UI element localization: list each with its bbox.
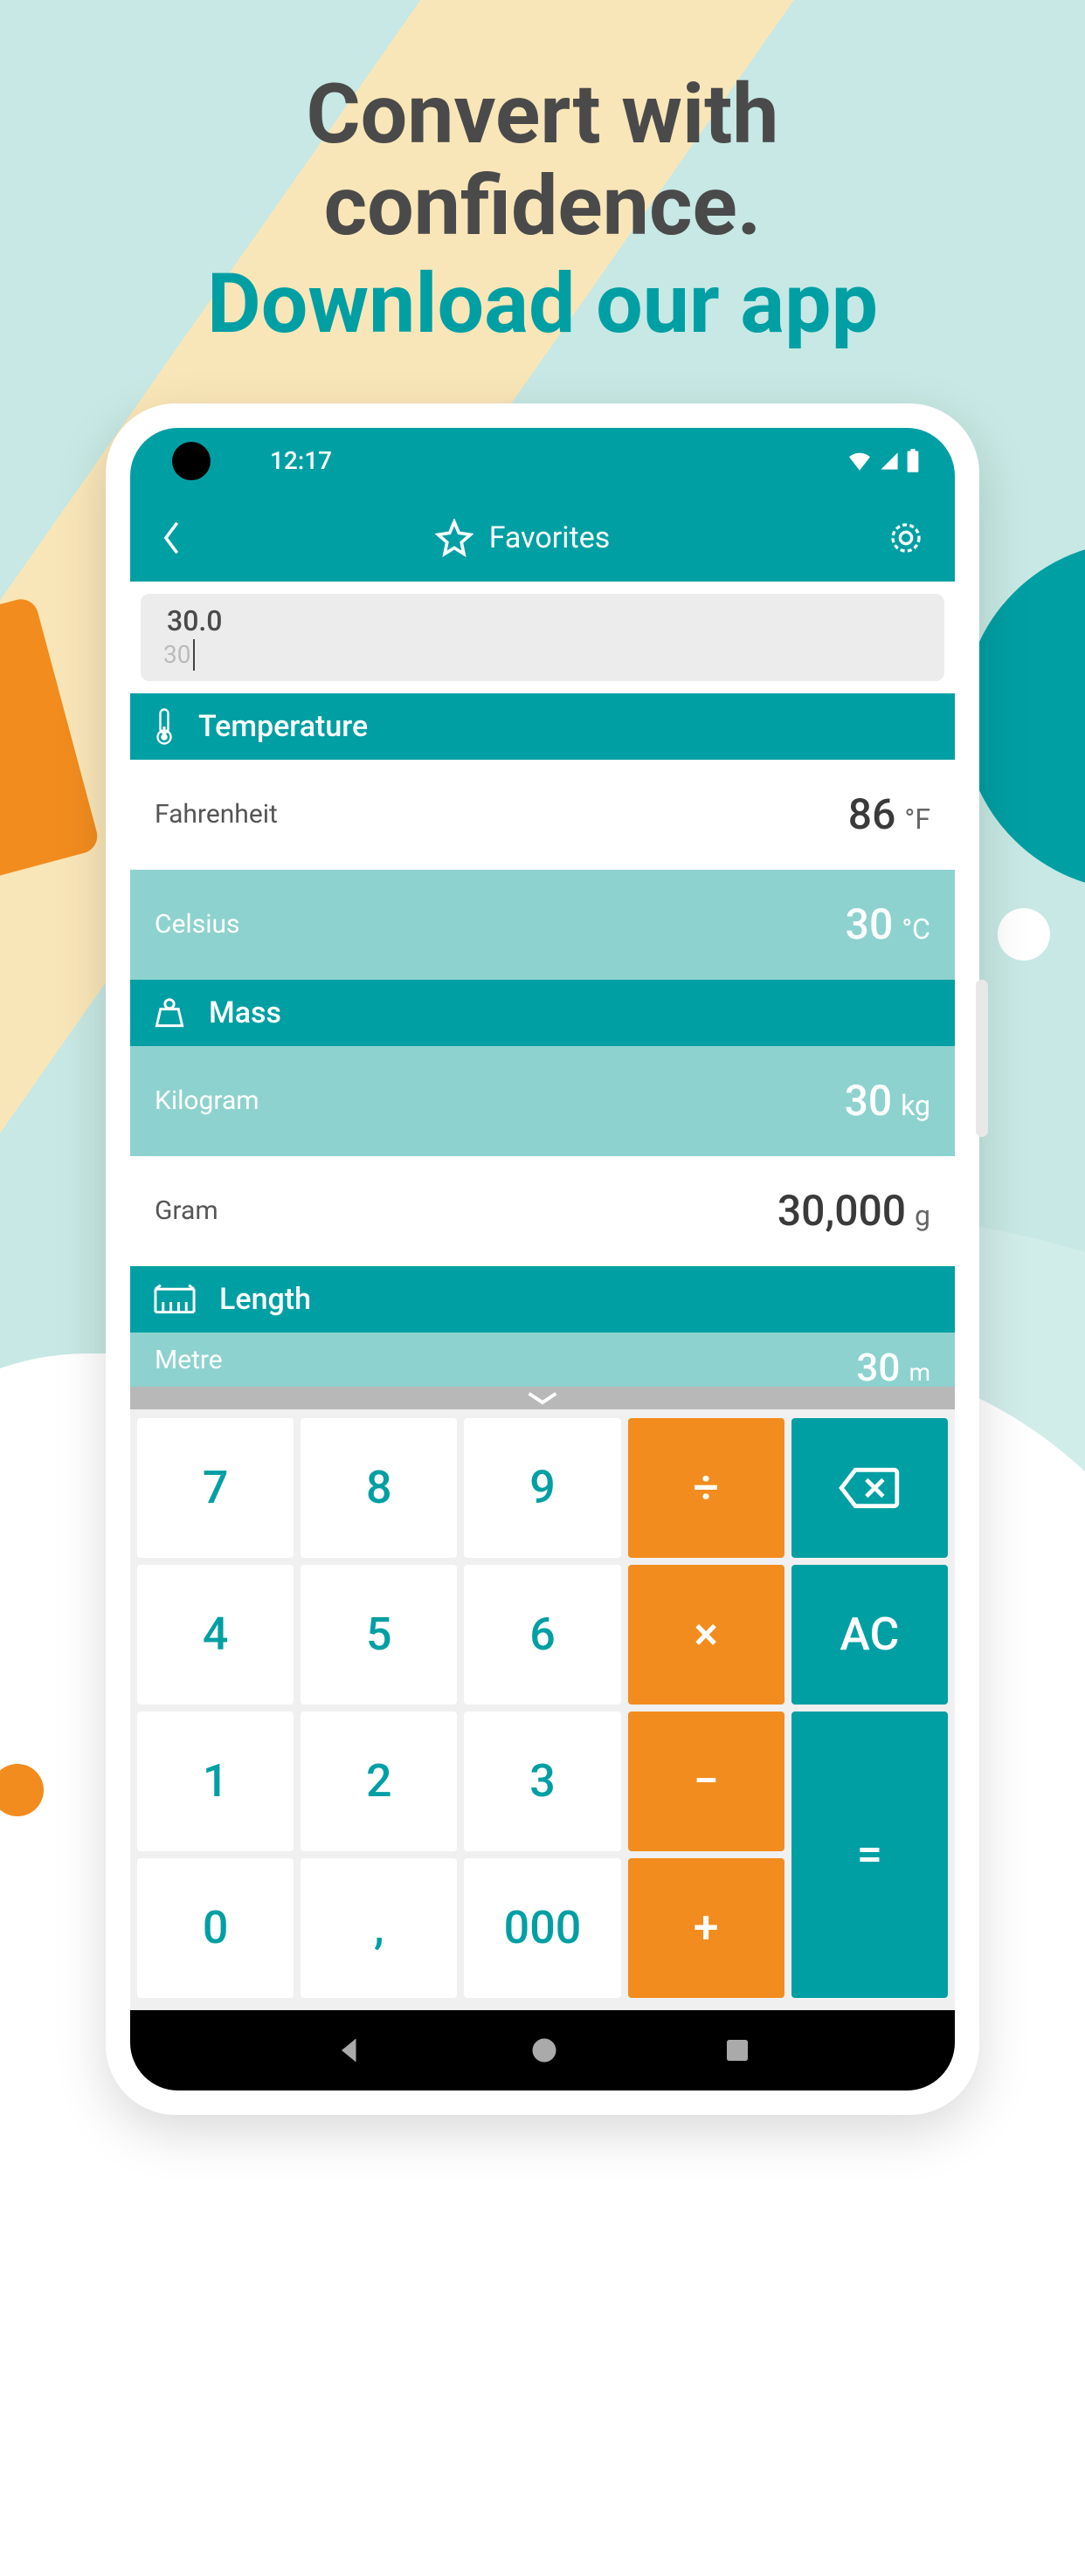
hero-text: Convert with confidence. Download our ap… [0,0,1085,351]
row-value: 30 [846,899,894,949]
status-icons [847,449,920,473]
status-time: 12:17 [270,446,332,475]
section-mass-title: Mass [209,995,281,1030]
row-unit: °C [902,913,930,946]
row-value: 30 [845,1076,893,1126]
ruler-icon [153,1284,197,1315]
battery-icon [906,449,920,473]
app-bar: Favorites [130,494,955,582]
backspace-icon [839,1467,900,1509]
nav-home-icon[interactable] [529,2035,560,2066]
row-label: Kilogram [155,1085,259,1116]
key-equals[interactable]: = [791,1712,948,1998]
keypad: 7 8 9 ÷ 4 5 6 × AC 1 2 3 − = 0 , 000 + [130,1409,955,2010]
row-label: Metre [155,1345,223,1375]
wifi-icon [847,451,873,472]
key-divide[interactable]: ÷ [628,1418,784,1558]
camera-hole [172,442,211,480]
key-comma[interactable]: , [301,1858,457,1998]
thermometer-icon [153,708,176,745]
chevron-down-icon [523,1390,562,1406]
row-fahrenheit[interactable]: Fahrenheit 86 °F [130,760,955,870]
row-value: 30,000 [777,1186,906,1236]
app-bar-title-group[interactable]: Favorites [183,519,862,557]
key-ac[interactable]: AC [791,1565,948,1705]
keypad-collapse-bar[interactable] [130,1387,955,1409]
key-9[interactable]: 9 [464,1418,620,1558]
row-kilogram[interactable]: Kilogram 30 kg [130,1046,955,1156]
key-7[interactable]: 7 [137,1418,294,1558]
row-label: Fahrenheit [155,799,278,830]
row-unit: °F [904,802,930,836]
row-unit: kg [901,1089,930,1122]
nav-recent-icon[interactable] [723,2036,751,2064]
key-plus[interactable]: + [628,1858,784,1998]
key-multiply[interactable]: × [628,1565,784,1705]
hero-line-1: Convert with [0,70,1085,162]
row-unit: g [915,1199,930,1232]
section-length-header[interactable]: Length [130,1266,955,1333]
back-icon[interactable] [162,520,183,555]
weight-icon [153,997,186,1029]
row-label: Celsius [155,909,240,940]
section-length-title: Length [219,1282,311,1317]
key-minus[interactable]: − [628,1712,784,1851]
android-nav-bar [130,2010,955,2090]
input-field[interactable]: 30 30.0 [141,594,944,681]
key-000[interactable]: 000 [464,1858,620,1998]
row-label: Gram [155,1195,218,1226]
key-backspace[interactable] [791,1418,948,1558]
section-mass-header[interactable]: Mass [130,980,955,1046]
input-display-value: 30.0 [167,604,222,637]
input-area: 30 30.0 [130,582,955,693]
row-value: 30 [856,1345,900,1387]
section-temperature-header[interactable]: Temperature [130,693,955,760]
key-5[interactable]: 5 [301,1565,457,1705]
nav-back-icon[interactable] [334,2035,365,2066]
row-value: 86 [848,789,896,839]
key-3[interactable]: 3 [464,1712,620,1851]
row-gram[interactable]: Gram 30,000 g [130,1156,955,1266]
key-4[interactable]: 4 [137,1565,294,1705]
row-unit: m [909,1358,930,1387]
row-celsius[interactable]: Celsius 30 °C [130,870,955,980]
key-2[interactable]: 2 [301,1712,457,1851]
hero-line-2: confidence. [0,162,1085,253]
key-0[interactable]: 0 [137,1858,294,1998]
key-8[interactable]: 8 [301,1418,457,1558]
phone-frame: 12:17 Favorites 30 30.0 [106,403,979,2115]
key-6[interactable]: 6 [464,1565,620,1705]
section-temperature-title: Temperature [198,709,368,744]
hero-line-3: Download our app [0,259,1085,351]
row-metre[interactable]: Metre 30 m [130,1333,955,1387]
star-icon [435,519,473,557]
key-1[interactable]: 1 [137,1712,294,1851]
app-bar-title: Favorites [489,520,611,555]
gear-icon[interactable] [888,520,923,555]
input-placeholder: 30 [163,640,190,669]
input-cursor [193,639,195,671]
status-bar: 12:17 [130,428,955,494]
signal-icon [878,451,901,472]
